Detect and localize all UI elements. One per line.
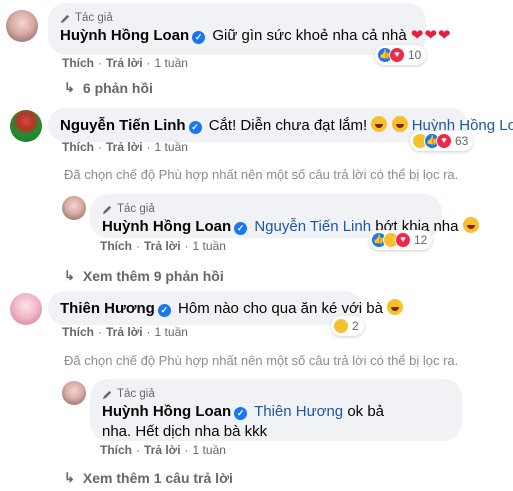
comment-text: Cắt! Diễn chưa đạt lắm! [208,117,368,134]
filter-note: Đã chọn chế độ Phù hợp nhất nên một số c… [64,353,459,368]
author-badge: Tác giả [60,11,414,25]
verified-icon: ✓ [188,121,202,134]
reaction-count: 12 [414,233,428,247]
author-badge: Tác giả [102,202,430,216]
avatar[interactable] [62,196,86,220]
reaction-summary[interactable]: 👍 ♥ 12 [369,230,433,250]
pen-icon [102,390,112,399]
like-button[interactable]: Thích [62,140,94,154]
timestamp[interactable]: 1 tuần [155,140,188,154]
author-tag-label: Tác giả [75,12,113,24]
reply-button[interactable]: Trả lời [106,325,143,339]
comment-actions: Thích · Trả lời · 1 tuần [62,140,188,154]
reaction-summary[interactable]: 2 [331,316,364,336]
view-more-replies-link[interactable]: ↳ Xem thêm 9 phản hồi [64,268,224,284]
reply-arrow-icon: ↳ [64,80,75,95]
reply-button[interactable]: Trả lời [106,140,143,154]
verified-icon: ✓ [234,407,248,420]
reaction-count: 10 [408,48,422,62]
comment-text: Hôm nào cho qua ăn ké với bà [178,300,383,317]
reaction-count: 63 [455,134,469,148]
avatar[interactable] [62,381,86,405]
author-tag-label: Tác giả [117,388,155,400]
sad-reaction-icon [333,318,349,334]
view-more-replies-link[interactable]: ↳ Xem thêm 1 câu trả lời [64,470,233,486]
mention-link[interactable]: Nguyễn Tiến Linh [254,218,371,235]
avatar[interactable] [10,110,42,142]
reply-author[interactable]: Huỳnh Hồng Loan [102,218,231,235]
laughing-emoji [387,299,404,315]
laughing-emoji [462,217,479,233]
laughing-emoji [391,116,408,132]
reply-actions: Thích · Trả lời · 1 tuần [100,239,226,253]
like-button[interactable]: Thích [100,239,132,253]
comment-author[interactable]: Thiên Hương [60,300,155,317]
view-replies-link[interactable]: ↳ 6 phản hồi [64,80,153,96]
love-reaction-icon: ♥ [436,133,452,149]
author-tag-label: Tác giả [117,203,155,215]
reply-arrow-icon: ↳ [64,470,75,485]
comment-author[interactable]: Huỳnh Hồng Loan [60,27,189,44]
comment-text: Giữ gìn sức khoẻ nha cả nhà [212,27,407,44]
timestamp[interactable]: 1 tuần [155,56,188,70]
pen-icon [60,14,70,23]
reply-bubble: Tác giả Huỳnh Hồng Loan ✓ Thiên Hương ok … [90,379,462,441]
verified-icon: ✓ [234,222,248,235]
view-more-replies-label: Xem thêm 1 câu trả lời [82,470,233,486]
filter-note: Đã chọn chế độ Phù hợp nhất nên một số c… [64,167,459,182]
view-more-replies-label: Xem thêm 9 phản hồi [82,268,224,284]
timestamp[interactable]: 1 tuần [193,239,226,253]
comment-bubble: Thiên Hương ✓ Hôm nào cho qua ăn ké với b… [48,291,404,325]
reaction-summary[interactable]: 👍 ♥ 63 [410,131,474,151]
view-replies-label: 6 phản hồi [82,80,153,96]
author-badge: Tác giả [102,387,450,401]
timestamp[interactable]: 1 tuần [193,443,226,457]
comment-actions: Thích · Trả lời · 1 tuần [62,325,188,339]
reply-author[interactable]: Huỳnh Hồng Loan [102,403,231,420]
comment-actions: Thích · Trả lời · 1 tuần [62,56,188,70]
pen-icon [102,205,112,214]
timestamp[interactable]: 1 tuần [155,325,188,339]
laughing-emoji [371,116,388,132]
reply-button[interactable]: Trả lời [144,239,181,253]
avatar[interactable] [6,10,38,42]
mention-link[interactable]: Thiên Hương [254,403,343,420]
verified-icon: ✓ [192,31,206,44]
reaction-count: 2 [352,319,359,333]
comment-bubble: Tác giả Huỳnh Hồng Loan ✓ Giữ gìn sức kho… [48,3,451,55]
reply-arrow-icon: ↳ [64,268,75,283]
reply-actions: Thích · Trả lời · 1 tuần [100,443,226,457]
comment-author[interactable]: Nguyễn Tiến Linh [60,117,186,134]
like-button[interactable]: Thích [100,443,132,457]
avatar[interactable] [10,293,42,325]
heart-emoji: ❤❤❤ [410,27,452,44]
like-button[interactable]: Thích [62,325,94,339]
reply-button[interactable]: Trả lời [144,443,181,457]
reply-button[interactable]: Trả lời [106,56,143,70]
love-reaction-icon: ♥ [389,47,405,63]
comment-bubble: Nguyễn Tiến Linh ✓ Cắt! Diễn chưa đạt lắm… [48,108,513,142]
verified-icon: ✓ [157,304,171,317]
like-button[interactable]: Thích [62,56,94,70]
love-reaction-icon: ♥ [395,232,411,248]
reaction-summary[interactable]: 👍 ♥ 10 [375,45,427,65]
